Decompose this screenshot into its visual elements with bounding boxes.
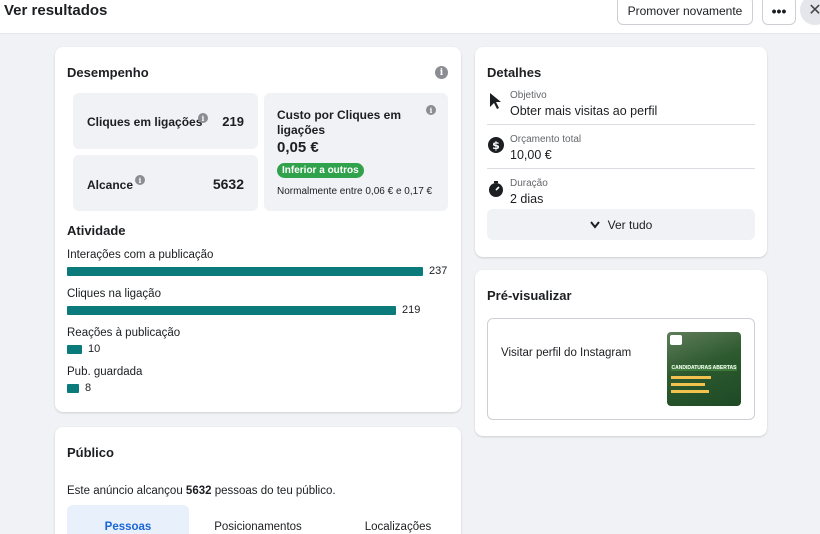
- info-icon[interactable]: i: [426, 105, 436, 115]
- activity-bar: [67, 306, 396, 315]
- activity-value: 237: [429, 265, 448, 277]
- stopwatch-icon: [489, 181, 503, 197]
- activity-bar: [67, 384, 79, 393]
- thumbnail-decoration: [671, 376, 711, 379]
- summary-prefix: Este anúncio alcançou: [67, 485, 186, 497]
- detail-duration: Duração 2 dias: [487, 178, 755, 208]
- activity-label: Cliques na ligação: [67, 288, 161, 300]
- cpc-range-note: Normalmente entre 0,06 € e 0,17 €: [277, 186, 433, 197]
- activity-value: 8: [85, 382, 92, 394]
- details-title: Detalhes: [487, 65, 542, 80]
- preview-cta-text: Visitar perfil do Instagram: [501, 347, 632, 359]
- tab-people[interactable]: Pessoas: [67, 505, 189, 534]
- cpc-label: Custo por Cliques em ligações: [277, 108, 402, 137]
- chevron-down-icon: [589, 220, 600, 229]
- preview-card: Pré-visualizar Visitar perfil do Instagr…: [475, 270, 767, 436]
- link-clicks-metric: Cliques em ligações i 219: [73, 93, 258, 149]
- cursor-icon: [490, 93, 501, 109]
- activity-bar: [67, 345, 82, 354]
- audience-tabs: Pessoas Posicionamentos Localizações: [67, 505, 461, 534]
- link-clicks-value: 219: [222, 114, 244, 129]
- duration-value: 2 dias: [510, 192, 544, 206]
- activity-label: Pub. guardada: [67, 366, 143, 378]
- activity-bar: [67, 267, 423, 276]
- performance-title: Desempenho: [67, 65, 149, 80]
- activity-label: Interações com a publicação: [67, 249, 214, 261]
- audience-summary: Este anúncio alcançou 5632 pessoas do te…: [67, 485, 336, 497]
- activity-value: 219: [402, 304, 421, 316]
- cpc-metric: Custo por Cliques em ligações i 0,05 € I…: [264, 93, 448, 211]
- activity-label: Reações à publicação: [67, 327, 181, 339]
- thumbnail-text: CANDIDATURAS ABERTAS: [671, 365, 737, 371]
- see-all-label: Ver tudo: [607, 217, 653, 232]
- info-icon[interactable]: i: [135, 175, 145, 185]
- svg-text:$: $: [492, 139, 500, 152]
- thumbnail-logo: [670, 335, 682, 345]
- summary-suffix: pessoas do teu público.: [211, 485, 336, 497]
- reach-metric: Alcance i 5632: [73, 155, 258, 211]
- duration-label: Duração: [510, 178, 548, 189]
- promote-again-button[interactable]: Promover novamente: [617, 0, 753, 25]
- close-icon: ✕: [808, 2, 820, 19]
- detail-objective: Objetivo Obter mais visitas ao perfil: [487, 90, 755, 125]
- cpc-value: 0,05 €: [277, 139, 319, 156]
- ad-preview[interactable]: Visitar perfil do Instagram CANDIDATURAS…: [487, 318, 755, 420]
- thumbnail-decoration: [671, 390, 709, 393]
- tab-locations[interactable]: Localizações: [335, 505, 461, 534]
- budget-value: 10,00 €: [510, 148, 552, 162]
- info-icon[interactable]: i: [435, 66, 448, 79]
- link-clicks-label: Cliques em ligações: [87, 115, 203, 129]
- budget-label: Orçamento total: [510, 134, 582, 145]
- performance-card: Desempenho i Cliques em ligações i 219 A…: [55, 47, 461, 412]
- more-options-button[interactable]: •••: [762, 0, 796, 25]
- tab-placements[interactable]: Posicionamentos: [198, 505, 318, 534]
- reach-label: Alcance: [87, 178, 134, 192]
- ad-thumbnail-image: CANDIDATURAS ABERTAS: [667, 332, 741, 406]
- page-title: Ver resultados: [4, 2, 108, 19]
- reach-value: 5632: [212, 176, 244, 192]
- preview-title: Pré-visualizar: [487, 288, 572, 303]
- detail-budget: $ Orçamento total 10,00 €: [487, 134, 755, 169]
- info-icon[interactable]: i: [198, 113, 208, 123]
- activity-title: Atividade: [67, 223, 126, 238]
- dollar-icon: $: [488, 137, 504, 153]
- cpc-status-badge: Inferior a outros: [277, 163, 364, 178]
- close-button[interactable]: ✕: [800, 0, 820, 25]
- audience-title: Público: [67, 445, 114, 460]
- top-bar: Ver resultados Promover novamente ••• ✕: [0, 0, 820, 34]
- summary-count: 5632: [185, 485, 212, 497]
- thumbnail-decoration: [671, 383, 705, 386]
- see-all-button[interactable]: Ver tudo: [487, 209, 755, 240]
- objective-value: Obter mais visitas ao perfil: [510, 104, 658, 118]
- audience-card: Público Este anúncio alcançou 5632 pesso…: [55, 427, 461, 534]
- objective-label: Objetivo: [510, 90, 547, 101]
- details-card: Detalhes Objetivo Obter mais visitas ao …: [475, 47, 767, 257]
- activity-value: 10: [88, 343, 101, 355]
